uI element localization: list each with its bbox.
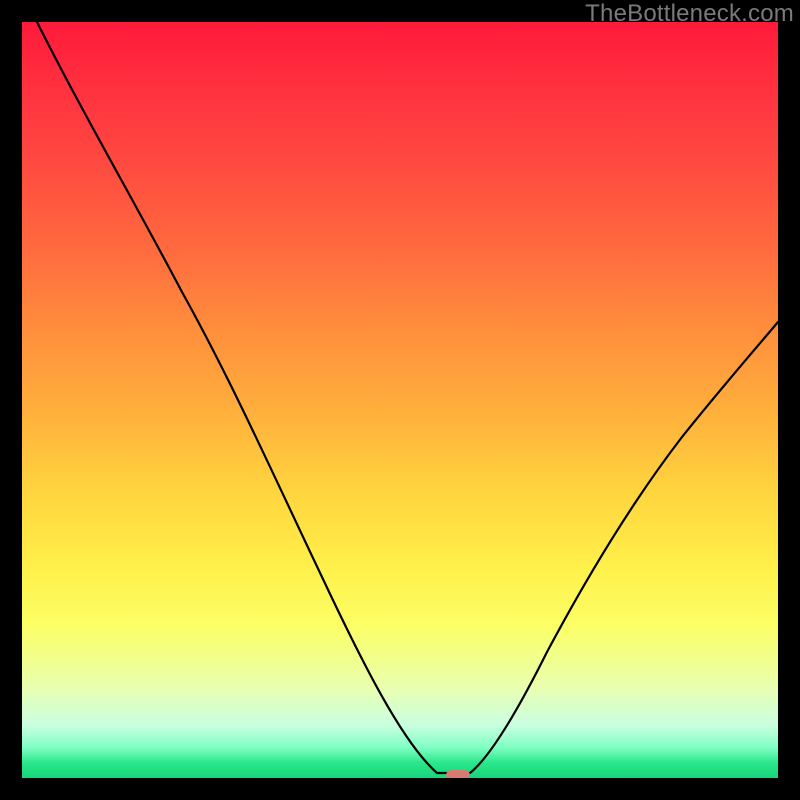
plot-area (22, 22, 778, 778)
bottleneck-curve (37, 22, 778, 773)
watermark-text: TheBottleneck.com (585, 0, 794, 28)
curve-svg (22, 22, 778, 778)
min-marker (446, 770, 470, 778)
chart-frame: TheBottleneck.com (0, 0, 800, 800)
